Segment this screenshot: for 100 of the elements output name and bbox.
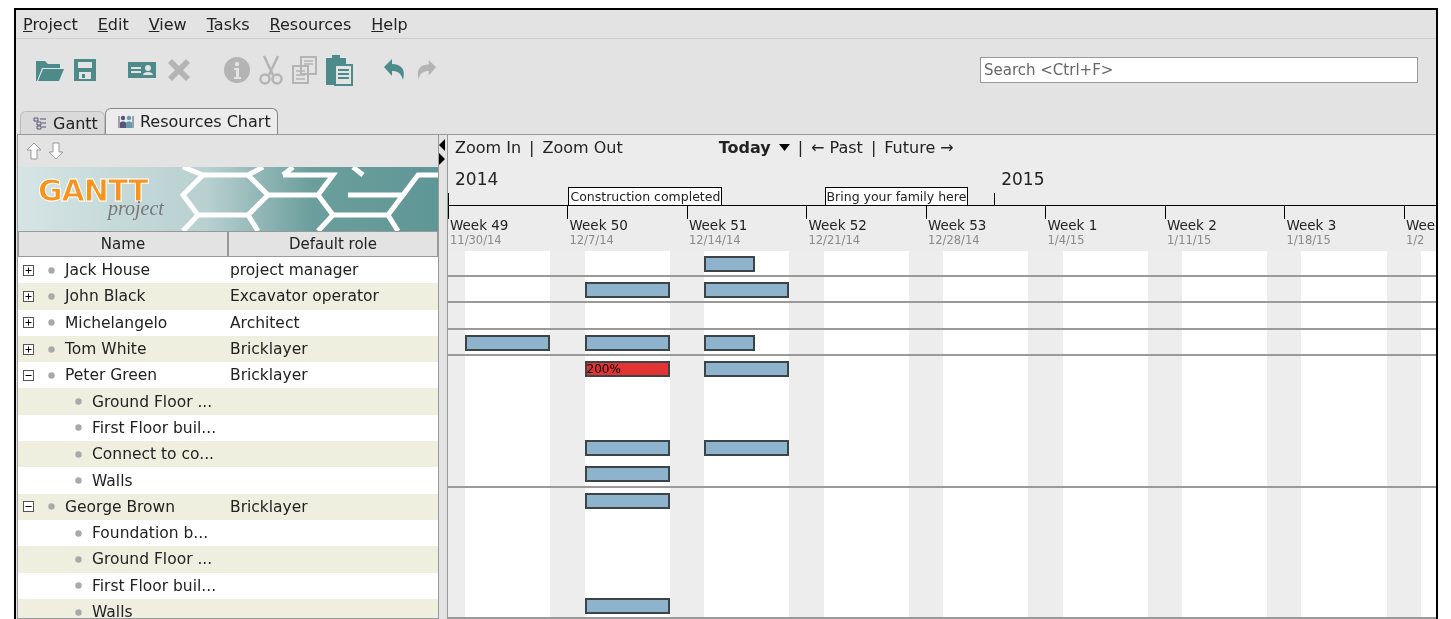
move-down-icon[interactable] — [48, 142, 64, 160]
week-label: Week 49 — [450, 217, 509, 233]
tab[interactable]: Gantt — [20, 111, 105, 134]
nav-link[interactable]: Zoom In — [455, 137, 522, 157]
today-dropdown[interactable]: Today — [718, 137, 790, 157]
folder-icon[interactable] — [35, 58, 65, 82]
week-label: Week 51 — [688, 217, 748, 233]
year-label: 2015 — [1001, 168, 1045, 189]
load-bar[interactable] — [465, 334, 551, 351]
week-label: Week 50 — [569, 217, 628, 233]
bullet-icon — [75, 450, 82, 458]
expand-icon[interactable] — [23, 317, 34, 329]
search-field[interactable]: Search <Ctrl+F> — [980, 57, 1418, 83]
bullet-icon — [75, 582, 82, 590]
table-cell: Tom White — [65, 340, 147, 359]
load-bar[interactable] — [704, 334, 756, 351]
load-bar[interactable] — [584, 334, 670, 351]
expand-icon[interactable] — [23, 264, 34, 276]
week-label: Week 2 — [1166, 217, 1217, 233]
caret-icon — [778, 143, 790, 151]
collapse-icon[interactable] — [23, 501, 34, 513]
week-date: 1/4/15 — [1047, 232, 1086, 248]
load-bar[interactable] — [584, 439, 670, 456]
bullet-icon — [48, 503, 55, 511]
bullet-icon — [48, 292, 55, 300]
table-cell: Bricklayer — [230, 366, 308, 385]
splitter-arrows-icon[interactable] — [439, 139, 445, 165]
table-cell: Peter Green — [65, 366, 158, 385]
bullet-icon — [48, 345, 55, 353]
table-cell: Architect — [230, 313, 300, 332]
milestone-label: Bring your family here — [824, 186, 969, 205]
week-label: Wee — [1405, 217, 1436, 233]
menu-item[interactable]: Tasks — [206, 14, 250, 34]
menu-item[interactable]: Help — [371, 14, 408, 34]
menu-item[interactable]: Project — [23, 14, 78, 34]
nav-link[interactable]: Future → — [884, 137, 954, 157]
table-cell: Excavator operator — [230, 287, 379, 306]
nav-link[interactable]: Zoom Out — [542, 137, 623, 157]
table-cell: First Floor buil... — [92, 576, 217, 595]
table-cell: Connect to co... — [92, 445, 215, 464]
collapse-icon[interactable] — [23, 369, 34, 381]
load-bar[interactable] — [704, 439, 790, 456]
table-cell: project manager — [230, 261, 359, 280]
load-bar[interactable] — [584, 597, 670, 614]
table-cell: Walls — [92, 603, 133, 618]
week-label: Week 53 — [927, 217, 987, 233]
table-cell: John Black — [65, 287, 146, 306]
bullet-icon — [75, 555, 82, 563]
week-date: 1/11/15 — [1166, 232, 1213, 248]
week-label: Week 52 — [808, 217, 867, 233]
id-card-icon[interactable] — [127, 60, 157, 80]
separator-text: | — [529, 137, 535, 157]
table-cell: Walls — [92, 471, 133, 490]
bullet-icon — [48, 371, 55, 379]
milestone-label: Construction completed — [568, 186, 723, 205]
bullet-icon — [75, 424, 82, 432]
load-bar[interactable]: 200% — [584, 361, 670, 378]
menu-item[interactable]: Edit — [97, 14, 129, 34]
column-header[interactable]: Default role — [228, 231, 438, 257]
week-date: 12/7/14 — [569, 232, 615, 248]
bullet-icon — [48, 319, 55, 327]
load-bar[interactable] — [584, 492, 670, 509]
save-icon[interactable] — [73, 58, 97, 82]
load-bar[interactable] — [584, 282, 670, 299]
bullet-icon — [75, 477, 82, 484]
bullet-icon — [75, 398, 82, 406]
menu-item[interactable]: View — [148, 14, 187, 34]
clipboard-icon[interactable] — [325, 54, 353, 86]
table-cell: George Brown — [65, 497, 176, 516]
people-icon — [117, 113, 134, 130]
week-date: 12/21/14 — [808, 232, 862, 248]
nav-link[interactable]: ← Past — [811, 137, 863, 157]
tree-list-icon — [33, 116, 47, 130]
move-up-icon[interactable] — [26, 142, 42, 160]
table-cell: Ground Floor ... — [92, 550, 213, 569]
load-bar[interactable] — [704, 361, 790, 378]
separator-text: | — [870, 137, 877, 157]
menu-item[interactable]: Resources — [269, 14, 352, 34]
week-date: 12/14/14 — [688, 232, 742, 248]
table-cell: Bricklayer — [230, 340, 308, 359]
load-bar[interactable] — [704, 255, 756, 272]
expand-icon[interactable] — [23, 290, 34, 302]
undo-icon[interactable] — [383, 58, 407, 82]
table-cell: Michelangelo — [65, 313, 168, 332]
expand-icon[interactable] — [23, 343, 34, 355]
bullet-icon — [75, 529, 82, 537]
table-cell: Foundation b... — [92, 524, 209, 543]
column-header[interactable]: Name — [18, 231, 228, 257]
load-bar[interactable] — [704, 282, 790, 299]
bullet-icon — [75, 608, 82, 616]
week-label: Week 1 — [1047, 217, 1098, 233]
week-date: 1/2 — [1405, 232, 1426, 248]
load-bar[interactable] — [584, 466, 670, 483]
week-date: 12/28/14 — [927, 232, 981, 248]
table-cell: Jack House — [65, 261, 151, 280]
table-cell: First Floor buil... — [92, 418, 217, 437]
table-cell: Bricklayer — [230, 497, 308, 516]
week-date: 11/30/14 — [450, 232, 503, 248]
tab[interactable]: Resources Chart — [104, 108, 278, 134]
table-cell: Ground Floor ... — [92, 392, 213, 411]
